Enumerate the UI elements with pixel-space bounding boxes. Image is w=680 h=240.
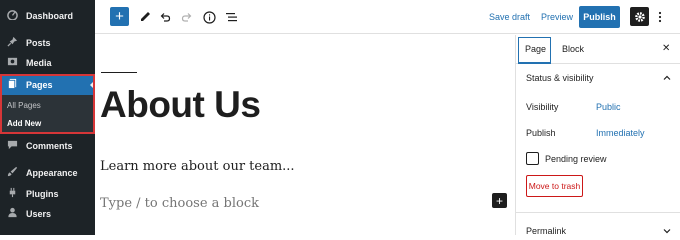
pages-highlight-box: [0, 74, 95, 134]
plugin-icon: [4, 187, 20, 201]
paragraph-block[interactable]: Learn more about our team...: [100, 159, 295, 174]
menu-item-media[interactable]: Media: [0, 53, 95, 73]
preview-button[interactable]: Preview: [541, 12, 573, 22]
plus-icon: +: [115, 8, 124, 25]
menu-item-appearance[interactable]: Appearance: [0, 163, 95, 183]
permalink-panel-title[interactable]: Permalink: [526, 226, 566, 236]
pin-icon: [4, 36, 20, 50]
block-placeholder[interactable]: Type / to choose a block: [100, 196, 259, 211]
sidebar-tabs: Page Block ✕: [516, 35, 680, 64]
menu-label-comments: Comments: [26, 141, 73, 151]
menu-label-appearance: Appearance: [26, 168, 78, 178]
menu-label-users: Users: [26, 209, 52, 219]
editor-toolbar: + Save draft Preview Publish: [95, 0, 680, 34]
separator-block[interactable]: [101, 72, 137, 73]
visibility-toggle[interactable]: Public: [596, 102, 621, 112]
menu-label-plugins: Plugins: [26, 189, 59, 199]
undo-icon[interactable]: [157, 9, 173, 25]
settings-toggle-button[interactable]: [630, 7, 649, 26]
tab-block[interactable]: Block: [562, 44, 584, 54]
status-visibility-panel-title[interactable]: Status & visibility: [526, 73, 594, 83]
chevron-down-icon[interactable]: [663, 227, 671, 235]
menu-item-posts[interactable]: Posts: [0, 33, 95, 53]
pending-review-checkbox[interactable]: [526, 152, 539, 165]
menu-label-posts: Posts: [26, 38, 51, 48]
settings-sidebar: Page Block ✕ Status & visibility Visibil…: [515, 35, 680, 236]
visibility-label: Visibility: [526, 102, 559, 112]
save-draft-button[interactable]: Save draft: [489, 12, 530, 22]
redo-icon[interactable]: [179, 9, 195, 25]
move-to-trash-button[interactable]: Move to trash: [526, 175, 583, 197]
comments-icon: [4, 139, 20, 153]
menu-item-plugins[interactable]: Plugins: [0, 184, 95, 204]
details-info-icon[interactable]: [201, 9, 217, 25]
dashboard-icon: [4, 9, 20, 23]
admin-sidebar: Dashboard Posts Media Pages All Pages Ad…: [0, 0, 95, 235]
publish-button[interactable]: Publish: [579, 6, 620, 28]
chevron-up-icon[interactable]: [663, 74, 671, 82]
block-inserter-button[interactable]: +: [110, 7, 129, 26]
pending-review-label[interactable]: Pending review: [545, 154, 607, 164]
menu-label-dashboard: Dashboard: [26, 11, 74, 21]
active-tab-indicator: [518, 62, 551, 64]
publish-date-label: Publish: [526, 128, 556, 138]
menu-item-dashboard[interactable]: Dashboard: [0, 6, 95, 26]
gear-icon: [634, 11, 645, 22]
menu-label-media: Media: [26, 58, 52, 68]
publish-date-toggle[interactable]: Immediately: [596, 128, 645, 138]
menu-item-comments[interactable]: Comments: [0, 136, 95, 156]
users-icon: [4, 207, 20, 221]
publish-label: Publish: [583, 12, 616, 22]
tools-pen-icon[interactable]: [137, 9, 153, 25]
list-view-icon[interactable]: [223, 9, 239, 25]
editor-canvas: About Us Learn more about our team... Ty…: [95, 35, 515, 235]
post-title[interactable]: About Us: [100, 84, 261, 126]
brush-icon: [4, 166, 20, 180]
media-icon: [4, 56, 20, 70]
inline-add-block-button[interactable]: +: [492, 193, 507, 208]
close-icon[interactable]: ✕: [662, 43, 670, 54]
panel-divider: [516, 212, 680, 213]
more-options-icon[interactable]: [654, 9, 666, 25]
plus-icon: +: [495, 193, 503, 208]
tab-page[interactable]: Page: [525, 44, 546, 54]
move-to-trash-label: Move to trash: [528, 181, 581, 191]
menu-item-users[interactable]: Users: [0, 204, 95, 224]
